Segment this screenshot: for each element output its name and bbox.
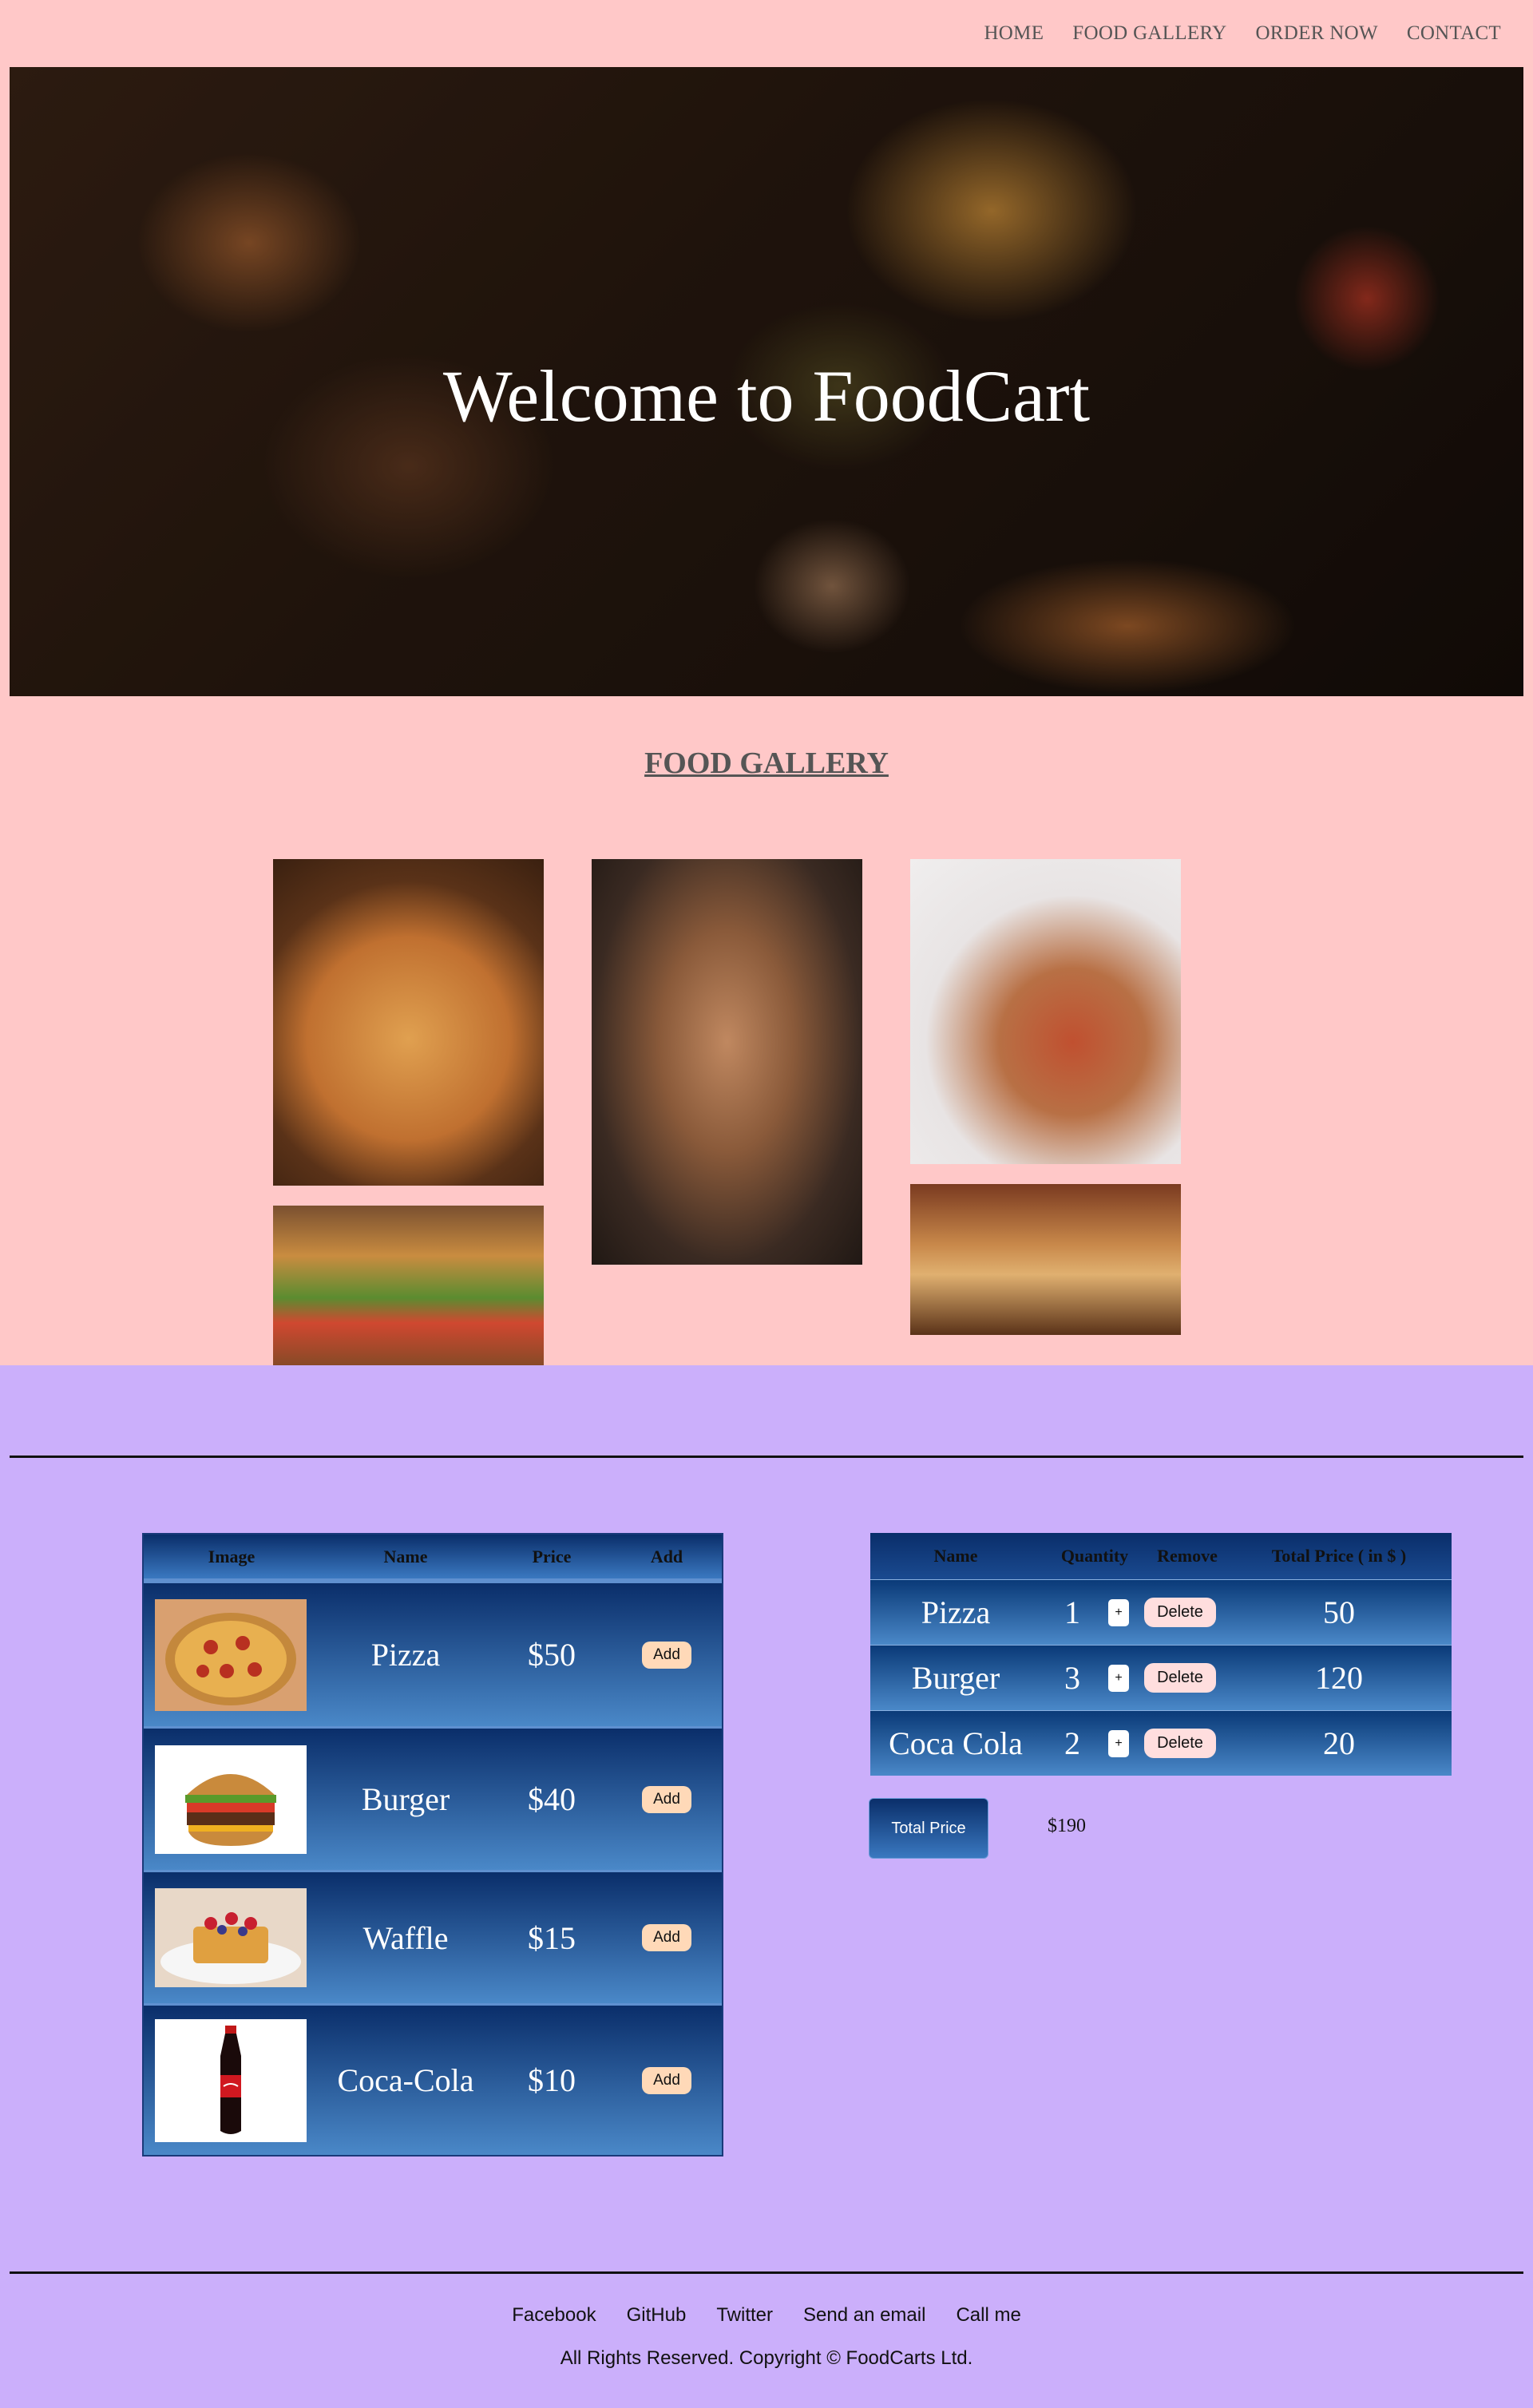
delete-item-button[interactable]: Delete [1144, 1598, 1216, 1627]
cart-header-remove: Remove [1157, 1546, 1218, 1566]
cart-header-total-price: Total Price ( in $ ) [1271, 1546, 1407, 1566]
section-divider-bottom [10, 2271, 1523, 2274]
menu-item-price: $50 [528, 1637, 576, 1673]
gallery-title: FOOD GALLERY [644, 747, 889, 780]
add-waffle-button[interactable]: Add [642, 1924, 691, 1951]
menu-row: Pizza $50 Add [144, 1581, 722, 1726]
menu-item-name: Burger [361, 1781, 450, 1817]
cart-item-total: 50 [1323, 1594, 1355, 1630]
section-divider-top [10, 1455, 1523, 1458]
menu-thumbnail-cell [144, 2018, 319, 2142]
cart-item-quantity: 3 [1064, 1660, 1080, 1696]
cart-header-quantity: Quantity [1060, 1546, 1129, 1566]
gallery-image-pizza [273, 859, 544, 1186]
menu-item-name: Coca-Cola [337, 2062, 474, 2098]
cart-item-quantity: 2 [1064, 1725, 1080, 1761]
cart-item-total: 20 [1323, 1725, 1355, 1761]
menu-header-price: Price [532, 1546, 572, 1566]
footer-facebook-link[interactable]: Facebook [512, 2304, 596, 2327]
cart-table: Name Quantity Remove Total Price ( in $ … [870, 1533, 1452, 1776]
footer-twitter-link[interactable]: Twitter [716, 2304, 773, 2327]
increase-quantity-button[interactable]: + [1108, 1729, 1129, 1757]
menu-row: Waffle $15 Add [144, 1870, 722, 2003]
footer-links: Facebook GitHub Twitter Send an email Ca… [0, 2304, 1533, 2327]
copyright-text: All Rights Reserved. Copyright © FoodCar… [560, 2347, 973, 2369]
waffle-thumbnail [155, 1888, 307, 1987]
menu-header-name: Name [383, 1546, 428, 1566]
menu-header-image: Image [208, 1546, 256, 1566]
menu-table: Image Name Price Add Pizza $50 Add Burge… [142, 1533, 723, 2157]
footer-email-link[interactable]: Send an email [803, 2304, 925, 2327]
delete-item-button[interactable]: Delete [1144, 1729, 1216, 1758]
delete-item-button[interactable]: Delete [1144, 1663, 1216, 1693]
menu-thumbnail-cell [144, 1745, 319, 1854]
menu-thumbnail-cell [144, 1888, 319, 1987]
footer-call-link[interactable]: Call me [956, 2304, 1020, 2327]
cart-row: Burger 3 + Delete 120 [870, 1645, 1452, 1710]
menu-item-price: $10 [528, 2062, 576, 2098]
gallery-image-wrap [910, 1184, 1181, 1335]
menu-item-price: $40 [528, 1781, 576, 1817]
menu-item-name: Waffle [362, 1919, 449, 1956]
hero-title: Welcome to FoodCart [442, 355, 1091, 437]
nav-food-gallery-link[interactable]: FOOD GALLERY [1072, 22, 1226, 45]
cart-item-quantity: 1 [1064, 1594, 1080, 1630]
gallery-image-burger [273, 1206, 544, 1373]
add-burger-button[interactable]: Add [642, 1785, 691, 1813]
cart-row: Pizza 1 + Delete 50 [870, 1579, 1452, 1645]
cart-header-name: Name [933, 1546, 978, 1566]
menu-header-add: Add [650, 1546, 683, 1566]
add-coca-cola-button[interactable]: Add [642, 2066, 691, 2094]
nav-home-link[interactable]: HOME [984, 22, 1044, 45]
cart-row: Coca Cola 2 + Delete 20 [870, 1710, 1452, 1776]
total-price-button[interactable]: Total Price [869, 1798, 988, 1859]
menu-item-price: $15 [528, 1919, 576, 1956]
cart-item-name: Pizza [921, 1594, 991, 1630]
top-nav: HOME FOOD GALLERY ORDER NOW CONTACT [0, 0, 1533, 67]
gallery-image-fries-bowl [910, 859, 1181, 1164]
menu-item-name: Pizza [370, 1637, 441, 1673]
hero-banner: Welcome to FoodCart [10, 67, 1523, 696]
increase-quantity-button[interactable]: + [1108, 1598, 1129, 1626]
footer-github-link[interactable]: GitHub [627, 2304, 687, 2327]
gallery-image-kebab-platter [592, 859, 862, 1265]
cart-table-header: Name Quantity Remove Total Price ( in $ … [870, 1533, 1452, 1579]
add-pizza-button[interactable]: Add [642, 1641, 691, 1669]
nav-contact-link[interactable]: CONTACT [1407, 22, 1501, 45]
nav-order-now-link[interactable]: ORDER NOW [1255, 22, 1377, 45]
menu-row: Coca-Cola $10 Add [144, 2003, 722, 2155]
total-price-value: $190 [1048, 1816, 1086, 1836]
increase-quantity-button[interactable]: + [1108, 1664, 1129, 1692]
menu-thumbnail-cell [144, 1598, 319, 1711]
cart-item-name: Coca Cola [889, 1725, 1023, 1761]
cart-item-name: Burger [911, 1660, 1000, 1696]
menu-table-header: Image Name Price Add [144, 1535, 722, 1581]
menu-row: Burger $40 Add [144, 1726, 722, 1870]
cart-item-total: 120 [1315, 1660, 1363, 1696]
coca-cola-thumbnail [155, 2018, 307, 2142]
pizza-thumbnail [155, 1598, 307, 1711]
burger-thumbnail [155, 1745, 307, 1854]
